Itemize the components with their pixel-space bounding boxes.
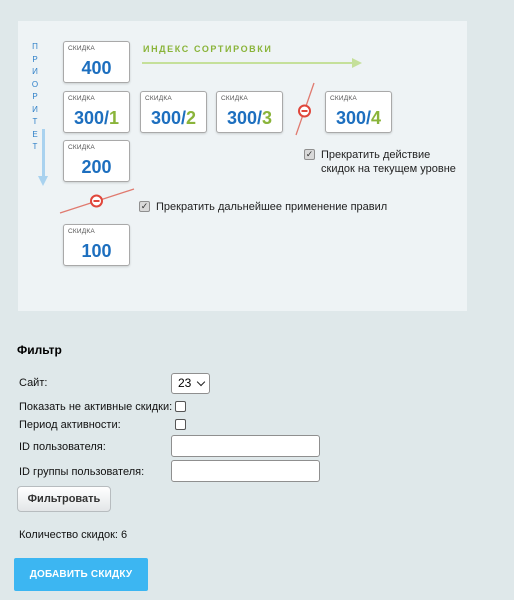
priority-letter: П (32, 42, 38, 51)
discount-card-300-2: СКИДКА 300/2 (140, 91, 207, 133)
site-select[interactable]: 23 (171, 373, 210, 394)
card-value: 100 (81, 241, 112, 261)
discount-card-300-4: СКИДКА 300/4 (325, 91, 392, 133)
filter-title: Фильтр (17, 343, 62, 357)
discount-card-200: СКИДКА 200 (63, 140, 130, 182)
checkmark-icon: ✓ (139, 201, 150, 212)
add-discount-button[interactable]: ДОБАВИТЬ СКИДКУ (14, 558, 148, 591)
card-value: 300/1 (73, 108, 120, 128)
stop-level-note: ✓ Прекратить действие скидок на текущем … (304, 148, 464, 176)
show-inactive-checkbox[interactable] (175, 401, 186, 412)
card-value: 300/2 (150, 108, 197, 128)
show-inactive-label: Показать не активные скидки: (19, 401, 173, 413)
stop-level-icon (295, 82, 315, 136)
group-id-label: ID группы пользователя: (19, 466, 145, 478)
priority-arrow (42, 129, 45, 179)
sort-index-arrow (142, 62, 354, 64)
stop-level-text: Прекратить действие скидок на текущем ур… (321, 149, 456, 175)
priority-label: П Р И О Р И Т Е Т (30, 41, 40, 154)
card-value: 300/4 (335, 108, 382, 128)
priority-letter: Е (32, 129, 38, 139)
card-label: СКИДКА (68, 144, 95, 151)
active-period-checkbox[interactable] (175, 419, 186, 430)
card-label: СКИДКА (221, 95, 248, 102)
site-label: Сайт: (19, 377, 48, 389)
chevron-down-icon (196, 377, 206, 387)
priority-letter: О (31, 79, 39, 89)
priority-letter: И (32, 67, 38, 76)
card-value: 400 (81, 58, 112, 78)
discount-card-300-3: СКИДКА 300/3 (216, 91, 283, 133)
card-label: СКИДКА (68, 45, 95, 52)
priority-letter: И (32, 104, 38, 114)
stop-all-text: Прекратить дальнейшее применение правил (156, 201, 388, 213)
active-period-label: Период активности: (19, 419, 121, 431)
group-id-input[interactable] (171, 460, 320, 482)
priority-letter: Р (32, 92, 38, 101)
card-value: 200 (81, 157, 112, 177)
card-value: 300/3 (226, 108, 273, 128)
discount-priority-diagram: П Р И О Р И Т Е Т ИНДЕКС СОРТИРОВКИ СКИД… (18, 21, 467, 311)
checkmark-icon: ✓ (304, 149, 315, 160)
card-label: СКИДКА (68, 228, 95, 235)
user-id-label: ID пользователя: (19, 441, 106, 453)
discount-card-400: СКИДКА 400 (63, 41, 130, 83)
stop-all-icon (59, 188, 135, 214)
priority-letter: Т (32, 142, 38, 151)
user-id-input[interactable] (171, 435, 320, 457)
discount-count: Количество скидок: 6 (19, 529, 128, 541)
priority-letter: Т (32, 117, 38, 126)
priority-letter: Р (32, 54, 38, 64)
sort-index-label: ИНДЕКС СОРТИРОВКИ (143, 44, 273, 54)
card-label: СКИДКА (145, 95, 172, 102)
discount-card-100: СКИДКА 100 (63, 224, 130, 266)
filter-button[interactable]: Фильтровать (17, 486, 111, 512)
arrow-down-icon (38, 176, 48, 186)
discount-card-300-1: СКИДКА 300/1 (63, 91, 130, 133)
card-label: СКИДКА (330, 95, 357, 102)
site-select-value: 23 (178, 376, 192, 390)
stop-all-note: ✓ Прекратить дальнейшее применение прави… (139, 200, 439, 214)
arrow-right-icon (352, 58, 362, 68)
card-label: СКИДКА (68, 95, 95, 102)
